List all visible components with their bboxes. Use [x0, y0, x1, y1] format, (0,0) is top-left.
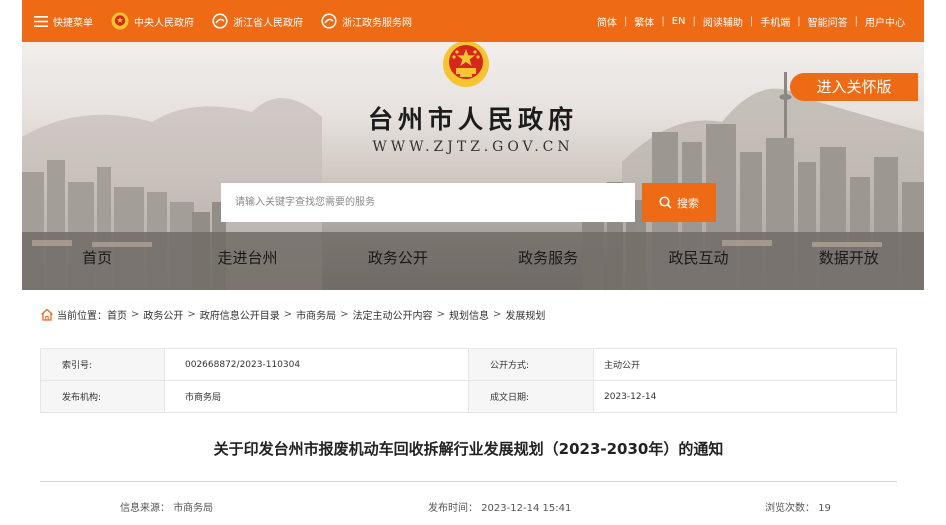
view-count-label: 浏览次数： [765, 503, 815, 514]
breadcrumb: 当前位置： 首页 > 政务公开 > 政府信息公开目录 > 市商务局 > 法定主动… [40, 306, 545, 322]
info-source-value: 市商务局 [173, 503, 214, 514]
breadcrumb-arrow: > [340, 308, 349, 320]
care-mode-button[interactable]: 进入关怀版 [790, 73, 918, 101]
article-title: 关于印发台州市报废机动车回收拆解行业发展规划（2023-2030年）的通知 [213, 440, 724, 458]
top-bar-links: 快捷菜单 中央人民政府 浙江省人民政府 浙江政务服务网 [34, 12, 412, 30]
reading-assist-link[interactable]: 阅读辅助 [696, 14, 750, 29]
search-button-label: 搜索 [677, 196, 699, 210]
top-bar-utility-links: 简体 | 繁体 | EN | 阅读辅助 | 手机端 | 智能问答 | 用户中心 [590, 14, 912, 29]
separator: | [797, 15, 801, 27]
index-number-value: 002668872/2023-110304 [164, 348, 469, 381]
disclosure-method-label: 公开方式: [468, 348, 594, 381]
zhejiang-gov-label: 浙江省人民政府 [233, 17, 303, 29]
breadcrumb-item-development-plan[interactable]: 发展规划 [505, 307, 545, 322]
table-row: 索引号: 002668872/2023-110304 公开方式: 主动公开 [40, 348, 897, 381]
header-banner: 台州市人民政府 WWW.ZJTZ.GOV.CN 进入关怀版 搜索 首页 走进台州… [22, 42, 924, 290]
nav-item-home[interactable]: 首页 [22, 238, 172, 278]
table-row: 发布机构: 市商务局 成文日期: 2023-12-14 [40, 380, 897, 413]
breadcrumb-arrow: > [492, 308, 502, 320]
top-bar: 快捷菜单 中央人民政府 浙江省人民政府 浙江政务服务网 简体 | 繁体 | EN… [22, 0, 924, 42]
separator: | [854, 15, 858, 27]
breadcrumb-item-gov-disclosure[interactable]: 政务公开 [143, 307, 183, 322]
smart-qa-link[interactable]: 智能问答 [801, 14, 855, 29]
breadcrumb-item-statutory-content[interactable]: 法定主动公开内容 [353, 307, 433, 322]
simplified-chinese-link[interactable]: 简体 [590, 14, 624, 29]
user-center-link[interactable]: 用户中心 [858, 14, 912, 29]
traditional-chinese-link[interactable]: 繁体 [627, 14, 661, 29]
disclosure-method-value: 主动公开 [593, 348, 897, 381]
mobile-link[interactable]: 手机端 [753, 14, 797, 29]
search-input[interactable] [221, 183, 635, 222]
info-source-label: 信息来源： [120, 503, 170, 514]
breadcrumb-item-home[interactable]: 首页 [107, 307, 127, 322]
written-date-label: 成文日期: [468, 380, 594, 413]
separator: | [749, 15, 754, 27]
zhejiang-service-label: 浙江政务服务网 [342, 17, 412, 29]
publish-time-value: 2023-12-14 15:41 [481, 503, 572, 514]
site-title: 台州市人民政府 [367, 105, 578, 134]
nav-item-open-data[interactable]: 数据开放 [774, 238, 924, 278]
home-icon [41, 308, 53, 321]
central-gov-link[interactable]: 中央人民政府 [111, 12, 194, 30]
breadcrumb-arrow: > [436, 308, 445, 320]
national-emblem-icon [443, 42, 489, 87]
nav-item-interaction[interactable]: 政民互动 [623, 238, 773, 278]
info-source: 信息来源： 市商务局 [120, 499, 213, 514]
zhejiang-logo-icon [321, 13, 337, 29]
quick-menu-label: 快捷菜单 [53, 17, 93, 29]
national-emblem-icon [111, 12, 129, 30]
publish-time-label: 发布时间： [428, 503, 478, 514]
issuer-label: 发布机构: [40, 380, 165, 413]
separator: | [661, 15, 665, 27]
breadcrumb-arrow: > [283, 308, 293, 320]
zhejiang-logo-icon [212, 13, 228, 29]
breadcrumb-prefix: 当前位置： [57, 310, 107, 322]
quick-menu-button[interactable]: 快捷菜单 [34, 14, 93, 29]
breadcrumb-arrow: > [187, 308, 196, 320]
separator: | [692, 15, 696, 27]
central-gov-label: 中央人民政府 [134, 17, 194, 29]
breadcrumb-item-info-catalog[interactable]: 政府信息公开目录 [200, 307, 280, 322]
divider [40, 481, 897, 482]
written-date-value: 2023-12-14 [593, 380, 897, 413]
menu-icon [34, 15, 48, 27]
breadcrumb-item-planning-info[interactable]: 规划信息 [449, 307, 489, 322]
nav-item-gov-services[interactable]: 政务服务 [473, 238, 623, 278]
publish-time: 发布时间： 2023-12-14 15:41 [428, 499, 571, 514]
search-icon [659, 196, 672, 209]
breadcrumb-item-commerce-bureau[interactable]: 市商务局 [296, 307, 336, 322]
main-nav: 首页 走进台州 政务公开 政务服务 政民互动 数据开放 [22, 238, 924, 278]
view-count-value: 19 [818, 503, 831, 514]
view-count: 浏览次数： 19 [765, 499, 831, 514]
nav-item-gov-disclosure[interactable]: 政务公开 [323, 238, 473, 278]
document-info-table: 索引号: 002668872/2023-110304 公开方式: 主动公开 发布… [40, 348, 897, 413]
index-number-label: 索引号: [40, 348, 165, 381]
search-button[interactable]: 搜索 [642, 183, 716, 222]
issuer-value: 市商务局 [164, 380, 469, 413]
nav-item-about-taizhou[interactable]: 走进台州 [172, 238, 322, 278]
separator: | [623, 15, 628, 27]
english-link[interactable]: EN [665, 16, 693, 27]
site-domain: WWW.ZJTZ.GOV.CN [372, 139, 574, 155]
zhejiang-service-link[interactable]: 浙江政务服务网 [321, 13, 412, 29]
zhejiang-gov-link[interactable]: 浙江省人民政府 [212, 13, 303, 29]
breadcrumb-arrow: > [131, 308, 140, 320]
